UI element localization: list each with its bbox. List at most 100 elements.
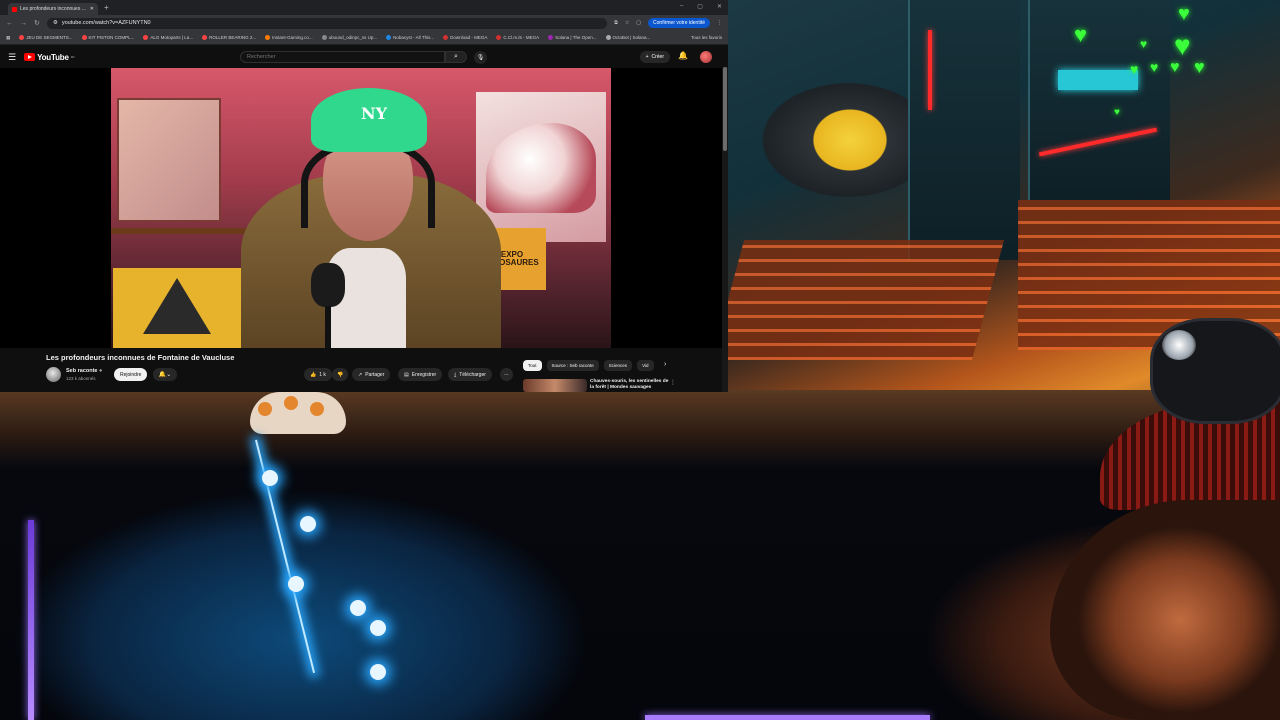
bookmark-favicon-icon	[81, 35, 87, 40]
tower-building	[908, 0, 1020, 260]
bookmark-favicon-icon	[143, 35, 149, 40]
youtube-header: ☰ YouTube FR Rechercher ⌕ 🎙 + Créer 🔔	[0, 45, 728, 69]
recommended-thumbnail[interactable]	[523, 379, 587, 392]
microphone-icon: 🎙	[476, 55, 485, 61]
wall-poster	[117, 98, 221, 222]
heart-icon: ♥	[1150, 59, 1159, 75]
subscription-bell-button[interactable]: 🔔 ⌄	[153, 368, 177, 381]
led-bulb	[370, 620, 386, 636]
window-controls: – ▢ ✕	[680, 3, 722, 10]
confirm-identity-button[interactable]: Confirmer votre identité	[648, 18, 710, 28]
video-player[interactable]: EXPO DINOSAURES NY	[0, 68, 722, 348]
all-bookmarks-folder[interactable]: Tous les favoris	[691, 35, 722, 40]
channel-avatar[interactable]	[46, 367, 61, 382]
bookmark-item[interactable]: JEU DE SEGMENTS...	[19, 35, 73, 40]
more-actions-button[interactable]: ⋯	[500, 368, 513, 381]
extensions-icon[interactable]: ▢	[636, 20, 641, 26]
join-button[interactable]: Rejoindre	[114, 368, 148, 381]
heart-icon: ♥	[1140, 37, 1148, 51]
share-icon: ↗	[358, 371, 363, 378]
close-tab-icon[interactable]: ✕	[90, 6, 94, 12]
bookmark-item[interactable]: KIT PISTON COMPL...	[81, 35, 134, 40]
new-tab-button[interactable]: +	[104, 3, 109, 12]
maximize-button[interactable]: ▢	[697, 3, 703, 10]
bookmark-favicon-icon	[265, 35, 271, 40]
user-avatar[interactable]	[700, 51, 712, 63]
studio-microphone	[311, 263, 345, 307]
site-info-icon[interactable]: ⚙	[53, 20, 58, 26]
bookmark-favicon-icon	[443, 35, 449, 40]
video-info: Les profondeurs inconnues de Fontaine de…	[0, 348, 722, 392]
led-bulb	[300, 516, 316, 532]
hamburger-menu-icon[interactable]: ☰	[8, 52, 16, 63]
apps-grid-icon[interactable]: ▦	[6, 35, 10, 41]
search-icon: ⌕	[454, 53, 458, 60]
url-field[interactable]: ⚙ youtube.com/watch?v=AZFUNYTN0	[46, 17, 608, 29]
recommended-title[interactable]: Chauves-souris, les sentinelles de la fo…	[590, 379, 670, 391]
notifications-bell-icon[interactable]: 🔔	[678, 51, 688, 60]
forward-arrow-icon[interactable]: →	[20, 20, 27, 27]
reload-icon[interactable]: ↻	[34, 19, 40, 27]
install-icon[interactable]: ⧉	[614, 20, 618, 26]
related-filter-chips: Tout Source : Seb raconte Sciences Vid	[523, 360, 654, 371]
download-icon: ⤓	[454, 371, 457, 378]
menu-icon[interactable]: ⋮	[717, 20, 722, 26]
chip-all[interactable]: Tout	[523, 360, 542, 371]
minimize-button[interactable]: –	[680, 3, 683, 10]
bookmark-item[interactable]: Nobacyst - All This...	[386, 35, 434, 40]
bell-icon: 🔔	[158, 372, 167, 378]
bookmark-item[interactable]: ALG Motoparts | La...	[143, 35, 193, 40]
url-text: youtube.com/watch?v=AZFUNYTN0	[61, 20, 151, 26]
verified-icon: ●	[99, 368, 103, 374]
search-input[interactable]: Rechercher	[240, 51, 445, 63]
chip-source[interactable]: Source : Seb raconte	[546, 360, 599, 371]
channel-name[interactable]: Seb raconte ●	[66, 368, 102, 374]
microphone-stand	[325, 306, 331, 348]
headset-light	[1162, 330, 1196, 360]
youtube-play-icon	[24, 53, 36, 61]
bookmark-item[interactable]: ubound_odinpc_ss Up...	[321, 35, 377, 40]
back-arrow-icon[interactable]: ←	[6, 20, 13, 27]
video-title: Les profondeurs inconnues de Fontaine de…	[46, 353, 235, 362]
save-button[interactable]: ▤ Enregistrer	[398, 368, 443, 381]
voice-search-button[interactable]: 🎙	[474, 51, 487, 64]
chip-videos[interactable]: Vid	[637, 360, 654, 371]
heart-icon: ♥	[1194, 57, 1205, 77]
bookmark-item[interactable]: OctoBot | Solana...	[605, 35, 650, 40]
chip-sciences[interactable]: Sciences	[603, 360, 633, 371]
bookmark-item[interactable]: C.Cl.m.i5 - MEGA	[496, 35, 539, 40]
page-scrollbar[interactable]	[722, 67, 728, 392]
bookmark-favicon-icon	[321, 35, 327, 40]
browser-window: Les profondeurs inconnues ... ✕ + – ▢ ✕ …	[0, 0, 728, 392]
tab-youtube[interactable]: Les profondeurs inconnues ... ✕	[8, 3, 98, 15]
neon-strip	[928, 30, 932, 110]
bookmark-item[interactable]: Download - MEGA	[443, 35, 487, 40]
star-icon[interactable]: ☆	[625, 20, 629, 26]
bookmark-icon: ▤	[404, 371, 409, 378]
orange-structure	[711, 240, 1005, 360]
create-button[interactable]: + Créer	[639, 51, 670, 63]
thumbs-up-icon: 👍	[310, 371, 317, 378]
bookmark-item[interactable]: Solana | The Open...	[548, 35, 597, 40]
close-window-button[interactable]: ✕	[717, 3, 722, 10]
recommended-menu-icon[interactable]: ⋮	[670, 379, 676, 386]
plus-icon: +	[645, 54, 649, 60]
download-button[interactable]: ⤓ Télécharger	[448, 368, 492, 381]
like-button[interactable]: 👍 1 k	[304, 368, 332, 381]
dislike-button[interactable]: 👎	[332, 368, 349, 381]
bookmark-item[interactable]: ROLLER BEARING 2...	[202, 35, 256, 40]
video-frame[interactable]: EXPO DINOSAURES NY	[111, 68, 611, 348]
bookmark-item[interactable]: Instant-Gaming.co...	[265, 35, 313, 40]
heart-icon: ♥	[1114, 107, 1120, 118]
green-cap: NY	[311, 88, 427, 152]
bookmark-favicon-icon	[202, 35, 208, 40]
bookmark-favicon-icon	[386, 35, 392, 40]
search-button[interactable]: ⌕	[445, 51, 467, 63]
bookmark-favicon-icon	[19, 35, 25, 40]
chevron-right-icon[interactable]: ›	[664, 361, 666, 368]
scrollbar-thumb[interactable]	[723, 67, 727, 151]
subscriber-count: 123 k abonnés	[66, 376, 96, 381]
youtube-logo[interactable]: YouTube FR	[24, 53, 75, 62]
share-button[interactable]: ↗ Partager	[352, 368, 391, 381]
heart-icon: ♥	[1174, 30, 1191, 61]
